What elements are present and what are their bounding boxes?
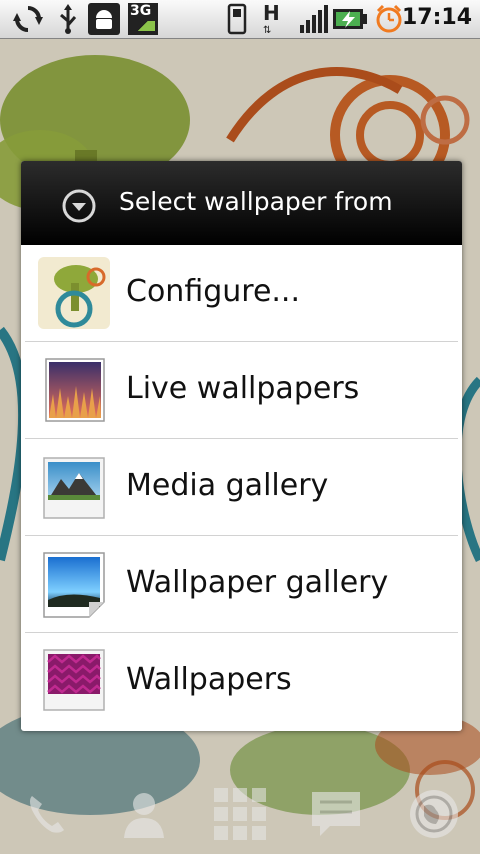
alarm-icon: [376, 4, 402, 33]
3g-icon: 3G: [128, 3, 158, 35]
dialog-title: Select wallpaper from: [119, 187, 393, 216]
wallpaper-gallery-icon: [43, 552, 105, 618]
phone-icon[interactable]: [18, 786, 74, 842]
contacts-icon[interactable]: [116, 786, 172, 842]
media-gallery-icon: [43, 457, 105, 519]
live-wallpapers-icon: [45, 358, 105, 422]
network-type-label: 3G: [130, 3, 152, 19]
select-wallpaper-dialog: Select wallpaper from Configure... Live …: [21, 161, 462, 731]
chevron-down-circle-icon: [62, 189, 96, 223]
wallpapers-icon: [43, 649, 105, 711]
list-item-label: Wallpapers: [126, 662, 292, 697]
list-item-live-wallpapers[interactable]: Live wallpapers: [21, 342, 462, 438]
list-item-label: Media gallery: [126, 468, 329, 503]
list-item-media-gallery[interactable]: Media gallery: [21, 439, 462, 535]
list-item-label: Wallpaper gallery: [126, 565, 389, 600]
battery-charging-icon: [333, 9, 367, 29]
sync-icon: [13, 6, 43, 32]
status-clock: 17:14: [401, 5, 472, 30]
list-item-wallpapers[interactable]: Wallpapers: [21, 633, 462, 729]
browser-icon[interactable]: [406, 786, 462, 842]
status-bar: 3G H ⇅ 17:14: [0, 0, 480, 39]
messaging-icon[interactable]: [308, 786, 364, 842]
list-item-configure[interactable]: Configure...: [21, 245, 462, 341]
signal-icon: [300, 5, 328, 33]
hspa-icon: H ⇅: [263, 1, 280, 36]
dialog-header: Select wallpaper from: [21, 161, 462, 245]
list-item-label: Live wallpapers: [126, 371, 360, 406]
phone-icon: [227, 3, 247, 35]
app-drawer-icon[interactable]: [212, 786, 268, 842]
configure-wallpaper-icon: [38, 257, 110, 329]
list-item-wallpaper-gallery[interactable]: Wallpaper gallery: [21, 536, 462, 632]
android-debug-icon: [88, 3, 120, 35]
list-item-label: Configure...: [126, 274, 301, 309]
hspa-letter: H: [263, 1, 280, 25]
usb-icon: [60, 4, 77, 34]
